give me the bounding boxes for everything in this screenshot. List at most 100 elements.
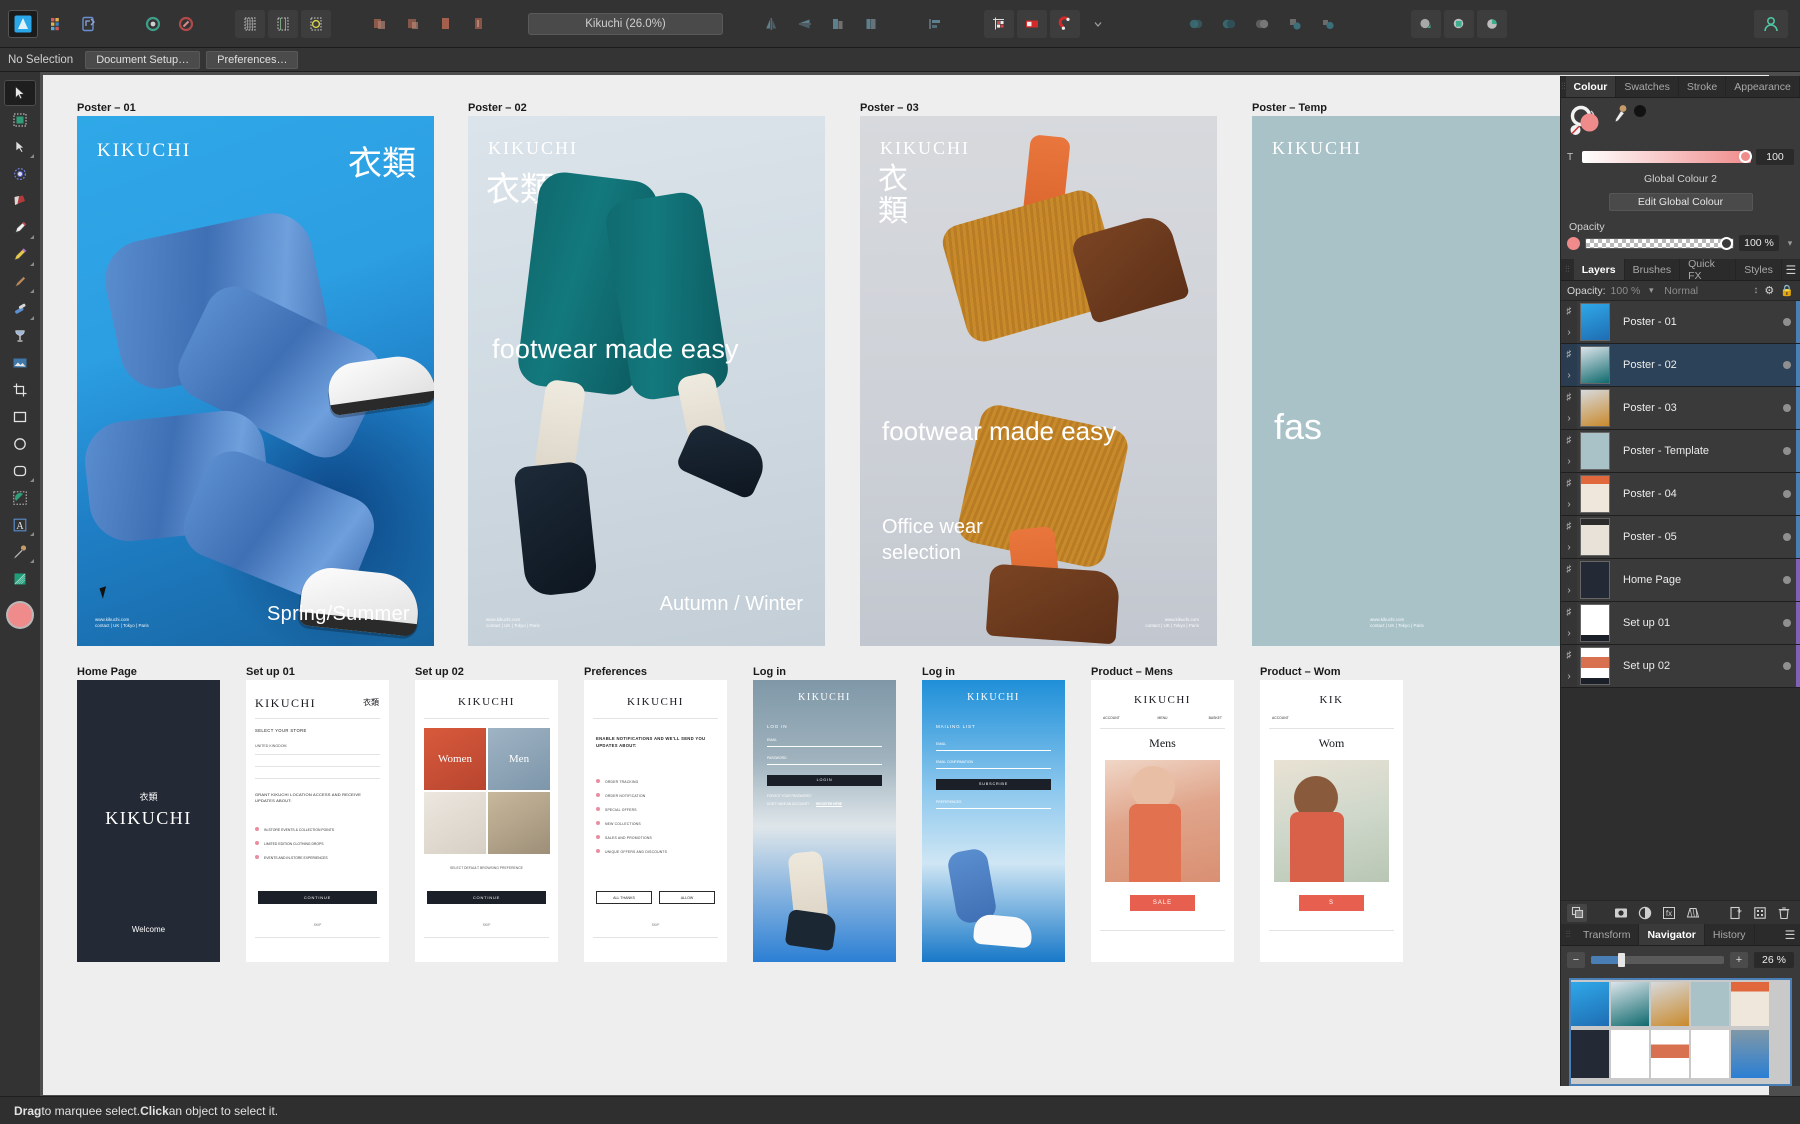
zoom-slider[interactable] [1591, 956, 1724, 964]
tab-appearance[interactable]: Appearance [1726, 76, 1800, 97]
tab-navigator[interactable]: Navigator [1639, 924, 1704, 945]
login1-forgot-link[interactable]: FORGOT YOUR PASSWORD? [767, 794, 812, 798]
colour-well[interactable] [8, 603, 32, 627]
tab-swatches[interactable]: Swatches [1616, 76, 1679, 97]
group-icon[interactable] [1444, 10, 1474, 38]
fill-stroke-swatches[interactable] [1569, 104, 1607, 142]
tint-value[interactable]: 100 [1756, 149, 1794, 165]
colour-opacity-chevron-down-icon[interactable]: ▾ [1784, 238, 1796, 249]
align-backward-icon[interactable] [431, 10, 461, 38]
layer-gutter[interactable]: ♯› [1561, 344, 1577, 386]
layer-name[interactable]: Set up 01 [1613, 602, 1778, 644]
layer-visibility-toggle[interactable] [1778, 387, 1796, 429]
tint-slider-knob[interactable] [1739, 150, 1752, 163]
blend-ranges-icon[interactable]: ↕ [1753, 285, 1758, 296]
document-canvas[interactable]: Poster – 01 Poster – 02 Poster – 03 Post… [43, 75, 1769, 1095]
table-row[interactable]: ♯› Poster - 03 [1561, 387, 1800, 430]
layer-name[interactable]: Set up 02 [1613, 645, 1778, 687]
artistic-text-tool[interactable]: A [4, 512, 36, 538]
expand-chevron-icon[interactable]: › [1567, 456, 1570, 467]
pixel-persona-icon[interactable] [41, 10, 71, 38]
layer-name[interactable]: Poster - Template [1613, 430, 1778, 472]
layer-visibility-toggle[interactable] [1778, 301, 1796, 343]
canvas-area[interactable]: Poster – 01 Poster – 02 Poster – 03 Post… [40, 72, 1800, 1096]
artboard-poster-template[interactable]: KIKUCHI fas www.kikuchi.com contact | UK… [1252, 116, 1609, 646]
layer-name[interactable]: Poster - 05 [1613, 516, 1778, 558]
align-front-icon[interactable] [365, 10, 395, 38]
move-tool[interactable] [4, 80, 36, 106]
live-filter-icon[interactable] [1635, 904, 1655, 922]
layer-gutter[interactable]: ♯› [1561, 516, 1577, 558]
document-title[interactable]: Kikuchi (26.0%) [528, 13, 723, 35]
rectangle-tool[interactable] [4, 404, 36, 430]
layers-opacity-value[interactable]: 100 % [1611, 285, 1641, 297]
artboard-product-womens[interactable]: KIK ACCOUNT Wom S [1260, 680, 1403, 962]
colour-opacity-knob[interactable] [1720, 237, 1733, 250]
pencil-tool[interactable] [4, 242, 36, 268]
layer-visibility-toggle[interactable] [1778, 430, 1796, 472]
guides-icon[interactable] [268, 10, 298, 38]
plus-icon[interactable]: + [1730, 952, 1748, 968]
layer-visibility-toggle[interactable] [1778, 602, 1796, 644]
ellipse-tool[interactable] [4, 431, 36, 457]
boolean-intersect-icon[interactable] [1247, 10, 1277, 38]
tab-transform[interactable]: Transform [1575, 924, 1639, 945]
vector-crop-tool[interactable] [4, 485, 36, 511]
align-forward-icon[interactable] [398, 10, 428, 38]
artboard-poster-03[interactable]: KIKUCHI 衣 類 footwear made easy Office we… [860, 116, 1217, 646]
layer-gutter[interactable]: ♯› [1561, 473, 1577, 515]
artboard-set-up-02[interactable]: KIKUCHI Women Men SELECT DEFAULT BROWSIN… [415, 680, 558, 962]
prodwomens-nav-account[interactable]: ACCOUNT [1272, 716, 1289, 720]
tab-layers[interactable]: Layers [1574, 259, 1625, 280]
artboard-poster-02[interactable]: KIKUCHI 衣類 footwear made easy Autumn / W… [468, 116, 825, 646]
layer-name[interactable]: Poster - 01 [1613, 301, 1778, 343]
layer-gutter[interactable]: ♯› [1561, 645, 1577, 687]
layer-gutter[interactable]: ♯› [1561, 387, 1577, 429]
artboard-product-mens[interactable]: KIKUCHI ACCOUNT MENU BASKET Mens SALE [1091, 680, 1234, 962]
layer-name[interactable]: Home Page [1613, 559, 1778, 601]
expand-chevron-icon[interactable]: › [1567, 628, 1570, 639]
layers-opacity-chevron-down-icon[interactable]: ▾ [1645, 285, 1657, 296]
navigator-panel-menu-icon[interactable]: ☰ [1780, 924, 1800, 945]
table-row[interactable]: ♯› Poster - Template [1561, 430, 1800, 473]
corner-tool[interactable] [4, 161, 36, 187]
document-setup-button[interactable]: Document Setup… [85, 51, 200, 69]
gear-icon[interactable]: ⚙ [1764, 284, 1774, 297]
rotate-right-icon[interactable] [856, 10, 886, 38]
expand-chevron-icon[interactable]: › [1567, 542, 1570, 553]
tab-history[interactable]: History [1705, 924, 1755, 945]
layer-gutter[interactable]: ♯› [1561, 430, 1577, 472]
adjustment-icon[interactable] [1611, 904, 1631, 922]
boolean-subtract-icon[interactable] [1214, 10, 1244, 38]
table-row[interactable]: ♯› Set up 01 [1561, 602, 1800, 645]
layer-gutter[interactable]: ♯› [1561, 602, 1577, 644]
tab-quick-fx[interactable]: Quick FX [1680, 259, 1736, 280]
artboard-home-page[interactable]: 衣類 KIKUCHI Welcome [77, 680, 220, 962]
preferences-button[interactable]: Preferences… [206, 51, 298, 69]
layer-gutter[interactable]: ♯› [1561, 559, 1577, 601]
expand-chevron-icon[interactable]: › [1567, 370, 1570, 381]
prodmens-nav-basket[interactable]: BASKET [1209, 716, 1222, 720]
export-persona-icon[interactable] [74, 10, 104, 38]
layers-list[interactable]: ♯› Poster - 01 ♯› Poster - 02 ♯› Poster … [1561, 301, 1800, 900]
layer-visibility-toggle[interactable] [1778, 645, 1796, 687]
artboard-icon[interactable] [984, 10, 1014, 38]
flip-horizontal-icon[interactable] [757, 10, 787, 38]
preferences-no-thanks-button[interactable]: ALL THANKS [596, 891, 652, 904]
expand-chevron-icon[interactable]: › [1567, 327, 1570, 338]
distribute-icon[interactable] [920, 10, 950, 38]
mask-icon[interactable] [1683, 904, 1703, 922]
layer-visibility-toggle[interactable] [1778, 473, 1796, 515]
setup01-continue-button[interactable]: CONTINUE [258, 891, 377, 904]
chevron-down-icon[interactable] [1083, 10, 1113, 38]
table-row[interactable]: ♯› Poster - 02 [1561, 344, 1800, 387]
shape-builder-tool[interactable] [4, 188, 36, 214]
layer-name[interactable]: Poster - 03 [1613, 387, 1778, 429]
layer-visibility-toggle[interactable] [1778, 344, 1796, 386]
paint-brush-tool[interactable] [4, 296, 36, 322]
expand-chevron-icon[interactable]: › [1567, 671, 1570, 682]
tint-slider[interactable] [1582, 151, 1751, 163]
setup02-skip-link[interactable]: SKIP [415, 923, 558, 927]
crop-tool[interactable] [4, 377, 36, 403]
table-row[interactable]: ♯› Home Page [1561, 559, 1800, 602]
